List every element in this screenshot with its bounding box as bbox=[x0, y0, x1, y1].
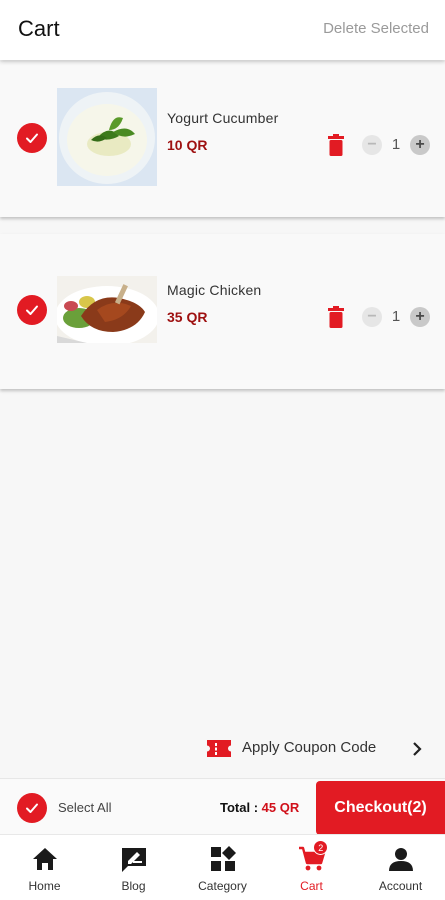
blog-icon bbox=[121, 848, 146, 872]
category-icon bbox=[210, 846, 236, 871]
nav-label: Cart bbox=[300, 879, 323, 893]
page-title: Cart bbox=[18, 16, 60, 41]
total-label: Total : bbox=[220, 800, 262, 815]
chevron-right-icon bbox=[413, 742, 422, 756]
bottom-navigation: Home Blog Category 2 Cart Account bbox=[0, 834, 445, 900]
delete-selected-button[interactable]: Delete Selected bbox=[323, 20, 429, 37]
product-price: 10 QR bbox=[167, 137, 208, 153]
check-icon bbox=[26, 133, 38, 143]
app-bar: Cart Delete Selected bbox=[0, 0, 445, 60]
ticket-icon bbox=[207, 740, 231, 757]
nav-label: Blog bbox=[121, 879, 146, 893]
quantity-stepper: − 1 + bbox=[362, 307, 430, 327]
quantity-value: 1 bbox=[391, 136, 401, 153]
cart-item: Magic Chicken 35 QR − 1 + bbox=[0, 234, 445, 389]
total-summary: Total : 45 QR bbox=[220, 800, 299, 815]
select-all-checkbox[interactable] bbox=[17, 793, 47, 823]
check-icon bbox=[26, 305, 38, 315]
trash-icon[interactable] bbox=[327, 306, 345, 328]
trash-icon[interactable] bbox=[327, 134, 345, 156]
product-price: 35 QR bbox=[167, 309, 208, 325]
checkout-bar: Select All Total : 45 QR Checkout(2) bbox=[0, 778, 445, 835]
product-name: Magic Chicken bbox=[167, 282, 262, 298]
select-all-label[interactable]: Select All bbox=[58, 800, 111, 815]
decrease-quantity-button[interactable]: − bbox=[362, 135, 382, 155]
home-icon bbox=[32, 848, 57, 870]
cart-count-badge: 2 bbox=[313, 840, 329, 855]
increase-quantity-button[interactable]: + bbox=[410, 135, 430, 155]
checkout-button[interactable]: Checkout(2) bbox=[316, 781, 445, 835]
check-icon bbox=[26, 803, 38, 813]
total-value: 45 QR bbox=[261, 800, 300, 815]
account-icon bbox=[388, 848, 413, 871]
item-select-checkbox[interactable] bbox=[17, 295, 47, 325]
nav-item-category[interactable]: Category bbox=[178, 835, 267, 900]
increase-quantity-button[interactable]: + bbox=[410, 307, 430, 327]
product-name: Yogurt Cucumber bbox=[167, 110, 279, 126]
product-thumbnail bbox=[57, 88, 157, 186]
nav-label: Account bbox=[378, 879, 423, 893]
apply-coupon-button[interactable]: Apply Coupon Code bbox=[207, 737, 427, 761]
item-select-checkbox[interactable] bbox=[17, 123, 47, 153]
nav-label: Category bbox=[198, 879, 247, 893]
product-thumbnail bbox=[57, 276, 157, 343]
decrease-quantity-button[interactable]: − bbox=[362, 307, 382, 327]
nav-item-account[interactable]: Account bbox=[356, 835, 445, 900]
coupon-label: Apply Coupon Code bbox=[242, 739, 377, 756]
cart-item: Yogurt Cucumber 10 QR − 1 + bbox=[0, 62, 445, 217]
nav-item-home[interactable]: Home bbox=[0, 835, 89, 900]
nav-item-cart[interactable]: 2 Cart bbox=[267, 835, 356, 900]
nav-item-blog[interactable]: Blog bbox=[89, 835, 178, 900]
quantity-value: 1 bbox=[391, 308, 401, 325]
quantity-stepper: − 1 + bbox=[362, 135, 430, 155]
nav-label: Home bbox=[28, 879, 61, 893]
